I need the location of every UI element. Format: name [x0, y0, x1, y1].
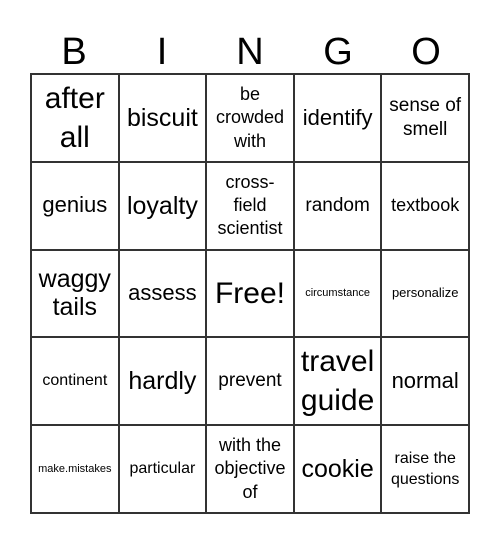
- header-letter-o: O: [411, 31, 441, 73]
- bingo-cell[interactable]: genius: [31, 161, 119, 250]
- bingo-cell[interactable]: loyalty: [118, 161, 207, 250]
- bingo-cell[interactable]: identify: [293, 74, 382, 162]
- header-letter-i: I: [156, 31, 168, 73]
- header-letter-g: G: [323, 31, 353, 73]
- header-letter-b: B: [61, 31, 87, 73]
- bingo-cell[interactable]: waggy tails: [31, 249, 119, 338]
- bingo-cell[interactable]: raise the questions: [381, 425, 469, 513]
- bingo-header: B I N G O: [30, 30, 470, 74]
- bingo-cell[interactable]: continent: [31, 337, 119, 426]
- bingo-cell[interactable]: particular: [118, 425, 207, 513]
- bingo-cell[interactable]: random: [293, 161, 382, 250]
- bingo-cell[interactable]: after all: [31, 74, 119, 162]
- bingo-cell[interactable]: prevent: [206, 337, 294, 426]
- bingo-cell[interactable]: cookie: [293, 425, 382, 513]
- bingo-cell[interactable]: textbook: [381, 161, 469, 250]
- bingo-cell[interactable]: personalize: [381, 249, 469, 338]
- bingo-cell[interactable]: with the objective of: [206, 425, 294, 513]
- bingo-grid: after all biscuit be crowded with identi…: [30, 73, 470, 514]
- bingo-cell[interactable]: cross-field scientist: [206, 161, 294, 250]
- bingo-cell[interactable]: normal: [381, 337, 469, 426]
- bingo-cell[interactable]: assess: [118, 249, 207, 338]
- bingo-cell[interactable]: circumstance: [293, 249, 382, 338]
- bingo-cell[interactable]: biscuit: [118, 74, 207, 162]
- header-letter-n: N: [236, 31, 264, 73]
- bingo-cell[interactable]: be crowded with: [206, 74, 294, 162]
- bingo-cell[interactable]: make.mistakes: [31, 425, 119, 513]
- bingo-cell[interactable]: sense of smell: [381, 74, 469, 162]
- bingo-cell[interactable]: travel guide: [293, 337, 382, 426]
- bingo-cell[interactable]: hardly: [118, 337, 207, 426]
- free-space[interactable]: Free!: [206, 249, 294, 338]
